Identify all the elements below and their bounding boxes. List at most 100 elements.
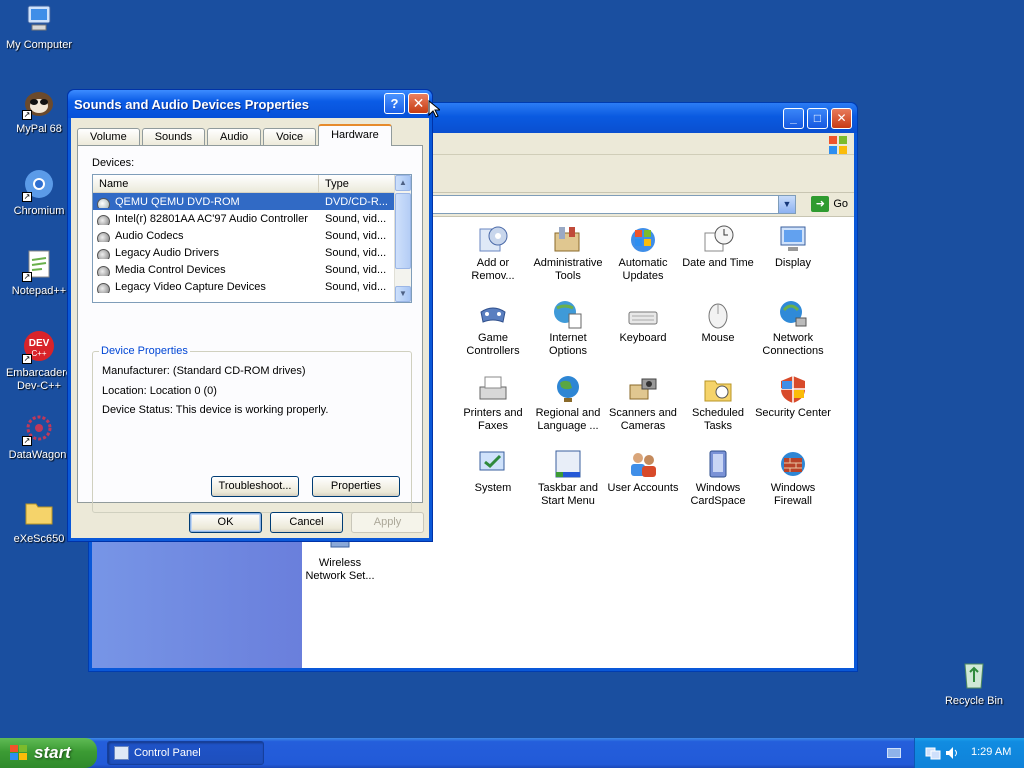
device-row[interactable]: Media Control Devices Sound, vid...	[93, 261, 411, 278]
scroll-up-icon[interactable]: ▲	[395, 175, 411, 191]
folder-icon	[22, 496, 56, 530]
computer-icon	[22, 2, 56, 36]
cp-keyboard[interactable]: Keyboard	[605, 298, 681, 345]
firewall-icon	[776, 448, 810, 480]
user-accounts-icon	[626, 448, 660, 480]
troubleshoot-button[interactable]: Troubleshoot...	[211, 476, 299, 497]
sounds-audio-dialog[interactable]: Sounds and Audio Devices Properties ? ✕ …	[67, 89, 433, 542]
column-header-name[interactable]: Name	[93, 175, 319, 192]
cancel-button[interactable]: Cancel	[270, 512, 343, 533]
shortcut-arrow-icon: ↗	[22, 192, 32, 202]
list-header: Name Type	[93, 175, 411, 193]
cp-printers-faxes[interactable]: Printers and Faxes	[455, 373, 531, 433]
notepadpp-icon: ↗	[22, 248, 56, 282]
svg-text:C++: C++	[31, 349, 46, 358]
hardware-tab-panel: Devices: Name Type QEMU QEMU DVD-ROM DVD…	[77, 145, 423, 513]
cardspace-icon	[701, 448, 735, 480]
speaker-icon	[97, 248, 110, 259]
device-row[interactable]: Legacy Audio Drivers Sound, vid...	[93, 244, 411, 261]
properties-button[interactable]: Properties	[312, 476, 400, 497]
taskbar-icon	[551, 448, 585, 480]
volume-tray-icon[interactable]	[945, 746, 959, 760]
column-header-type[interactable]: Type	[319, 175, 397, 192]
cp-user-accounts[interactable]: User Accounts	[605, 448, 681, 495]
devices-label: Devices:	[92, 157, 135, 169]
system-icon	[476, 448, 510, 480]
tab-strip: Volume Sounds Audio Voice Hardware	[77, 124, 394, 146]
cp-scanners-cameras[interactable]: Scanners and Cameras	[605, 373, 681, 433]
speaker-icon	[97, 265, 110, 276]
control-panel-icon	[114, 746, 129, 760]
shortcut-arrow-icon: ↗	[22, 110, 32, 120]
speaker-icon	[97, 231, 110, 242]
devcpp-icon: DEV C++ ↗	[22, 330, 56, 364]
shortcut-arrow-icon: ↗	[22, 354, 32, 364]
devices-list[interactable]: Name Type QEMU QEMU DVD-ROM DVD/CD-R... …	[92, 174, 412, 303]
cp-windows-cardspace[interactable]: Windows CardSpace	[680, 448, 756, 508]
cp-add-remove-programs[interactable]: Add or Remov...	[455, 223, 531, 283]
device-status-text: Device Status: This device is working pr…	[102, 404, 329, 416]
help-button[interactable]: ?	[384, 93, 405, 114]
chevron-down-icon[interactable]: ▼	[778, 196, 795, 213]
dialog-titlebar[interactable]: Sounds and Audio Devices Properties ? ✕	[68, 90, 432, 118]
tab-voice[interactable]: Voice	[263, 128, 317, 146]
tab-hardware[interactable]: Hardware	[318, 124, 392, 146]
cp-scheduled-tasks[interactable]: Scheduled Tasks	[680, 373, 756, 433]
network-tray-icon[interactable]	[925, 746, 941, 760]
shortcut-arrow-icon: ↗	[22, 272, 32, 282]
cp-windows-firewall[interactable]: Windows Firewall	[755, 448, 831, 508]
start-button[interactable]: start	[0, 738, 97, 768]
close-button[interactable]: ✕	[831, 108, 852, 129]
manufacturer-text: Manufacturer: (Standard CD-ROM drives)	[102, 365, 306, 377]
minimize-button[interactable]: _	[783, 108, 804, 129]
device-row[interactable]: Audio Codecs Sound, vid...	[93, 227, 411, 244]
dialog-body: Volume Sounds Audio Voice Hardware Devic…	[71, 118, 429, 538]
go-label: Go	[833, 198, 848, 210]
desktop-icon-label: My Computer	[5, 39, 73, 51]
taskbar-button-control-panel[interactable]: Control Panel	[107, 741, 264, 765]
cp-network-connections[interactable]: Network Connections	[755, 298, 831, 358]
cp-administrative-tools[interactable]: Administrative Tools	[530, 223, 606, 283]
cp-automatic-updates[interactable]: Automatic Updates	[605, 223, 681, 283]
mouse-pointer-icon	[428, 99, 442, 121]
cp-taskbar-start-menu[interactable]: Taskbar and Start Menu	[530, 448, 606, 508]
device-row[interactable]: QEMU QEMU DVD-ROM DVD/CD-R...	[93, 193, 411, 210]
clock: 1:29 AM	[971, 746, 1012, 758]
address-field[interactable]: ▼	[422, 195, 796, 214]
admin-tools-icon	[551, 223, 585, 255]
shield-icon	[776, 373, 810, 405]
desktop-icon-my-computer[interactable]: My Computer	[0, 2, 78, 52]
add-remove-icon	[476, 223, 510, 255]
cp-regional-language[interactable]: Regional and Language ...	[530, 373, 606, 433]
internet-options-icon	[551, 298, 585, 330]
regional-globe-icon	[551, 373, 585, 405]
cp-display[interactable]: Display	[755, 223, 831, 270]
desktop-icon-label: Recycle Bin	[944, 695, 1004, 707]
cp-game-controllers[interactable]: Game Controllers	[455, 298, 531, 358]
device-row[interactable]: Legacy Video Capture Devices Sound, vid.…	[93, 278, 411, 295]
windows-logo-icon	[828, 135, 848, 155]
tab-volume[interactable]: Volume	[77, 128, 140, 146]
close-button[interactable]: ✕	[408, 93, 429, 114]
cp-internet-options[interactable]: Internet Options	[530, 298, 606, 358]
scroll-down-icon[interactable]: ▼	[395, 286, 411, 302]
scroll-thumb[interactable]	[395, 193, 411, 269]
cp-mouse[interactable]: Mouse	[680, 298, 756, 345]
tab-sounds[interactable]: Sounds	[141, 128, 206, 146]
tab-audio[interactable]: Audio	[207, 128, 262, 146]
cp-date-time[interactable]: Date and Time	[680, 223, 756, 270]
device-row[interactable]: Intel(r) 82801AA AC'97 Audio Controller …	[93, 210, 411, 227]
dialog-title: Sounds and Audio Devices Properties	[74, 97, 310, 112]
apply-button[interactable]: Apply	[351, 512, 424, 533]
vertical-scrollbar[interactable]: ▲ ▼	[394, 175, 411, 302]
ok-button[interactable]: OK	[189, 512, 262, 533]
cp-system[interactable]: System	[455, 448, 531, 495]
datawagon-icon: ↗	[22, 412, 56, 446]
printer-icon	[476, 373, 510, 405]
keyboard-tray-icon[interactable]	[887, 748, 901, 758]
desktop-icon-recycle-bin[interactable]: Recycle Bin	[935, 658, 1013, 708]
network-connections-icon	[776, 298, 810, 330]
go-button[interactable]: ➜ Go	[811, 196, 848, 212]
cp-security-center[interactable]: Security Center	[755, 373, 831, 420]
maximize-button[interactable]: □	[807, 108, 828, 129]
